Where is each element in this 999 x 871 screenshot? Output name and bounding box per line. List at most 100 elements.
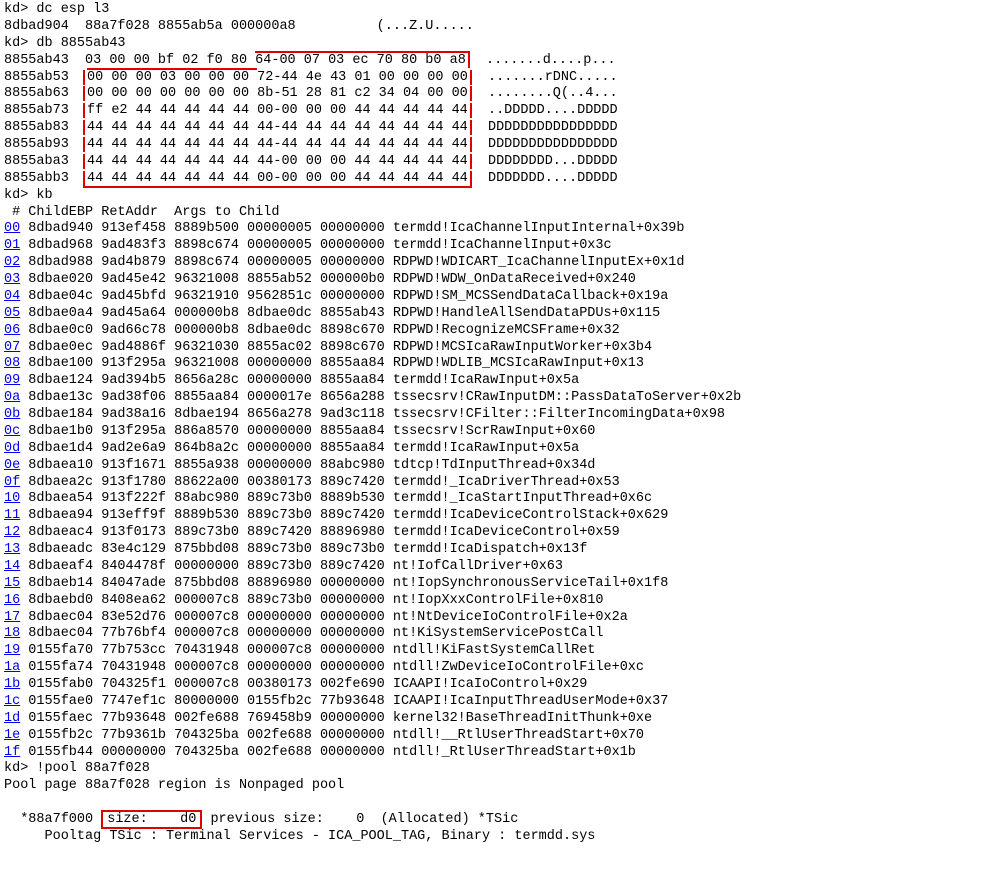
stack-frame-link[interactable]: 18 xyxy=(4,626,20,641)
stack-row: 12 8dbaeac4 913f0173 889c73b0 889c7420 8… xyxy=(4,525,995,542)
stack-frame-text: 8dbae184 9ad38a16 8dbae194 8656a278 9ad3… xyxy=(20,407,725,422)
stack-row: 1b 0155fab0 704325f1 000007c8 00380173 0… xyxy=(4,677,995,694)
stack-frame-link[interactable]: 0e xyxy=(4,458,20,473)
hex-bytes-highlight: 00 00 00 00 00 00 00 8b-51 28 81 c2 34 0… xyxy=(83,86,472,101)
stack-row: 15 8dbaeb14 84047ade 875bbd08 88896980 0… xyxy=(4,576,995,593)
stack-frame-link[interactable]: 02 xyxy=(4,255,20,270)
stack-frame-text: 8dbae1b0 913f295a 886a8570 00000000 8855… xyxy=(20,424,595,439)
stack-row: 00 8dbad940 913ef458 8889b500 00000005 0… xyxy=(4,221,995,238)
stack-frame-text: 8dbae0ec 9ad4886f 96321030 8855ac02 8898… xyxy=(20,340,652,355)
stack-frame-link[interactable]: 0b xyxy=(4,407,20,422)
stack-frame-link[interactable]: 10 xyxy=(4,491,20,506)
stack-frame-link[interactable]: 1e xyxy=(4,728,20,743)
stack-frame-text: 8dbae1d4 9ad2e6a9 864b8a2c 00000000 8855… xyxy=(20,441,579,456)
stack-row: 0a 8dbae13c 9ad38f06 8855aa84 0000017e 8… xyxy=(4,390,995,407)
pool-size-highlight: size: d0 xyxy=(101,810,202,829)
stack-frame-link[interactable]: 0a xyxy=(4,390,20,405)
hexdump-row: 8855ab53 00 00 00 03 00 00 00 72-44 4e 4… xyxy=(4,70,995,87)
stack-frame-text: 8dbaebd0 8408ea62 000007c8 889c73b0 0000… xyxy=(20,593,603,608)
hexdump-row: 8855aba3 44 44 44 44 44 44 44 44-00 00 0… xyxy=(4,154,995,171)
hex-addr: 8855ab43 xyxy=(4,53,85,70)
stack-frame-text: 8dbaeac4 913f0173 889c73b0 889c7420 8889… xyxy=(20,525,620,540)
hex-ascii: DDDDDDDDDDDDDDDD xyxy=(472,120,618,135)
stack-frame-text: 8dbaea54 913f222f 88abc980 889c73b0 8889… xyxy=(20,491,652,506)
hex-ascii: DDDDDDD....DDDDD xyxy=(472,171,618,186)
stack-row: 1f 0155fb44 00000000 704325ba 002fe688 0… xyxy=(4,745,995,762)
stack-row: 13 8dbaeadc 83e4c129 875bbd08 889c73b0 8… xyxy=(4,542,995,559)
pool-star-line: *88a7f000 size: d0 previous size: 0 (All… xyxy=(4,795,995,829)
stack-frame-link[interactable]: 0f xyxy=(4,475,20,490)
stack-frame-text: 8dbaec04 83e52d76 000007c8 00000000 0000… xyxy=(20,610,628,625)
stack-frame-link[interactable]: 1d xyxy=(4,711,20,726)
stack-frame-text: 8dbae124 9ad394b5 8656a28c 00000000 8855… xyxy=(20,373,579,388)
dc-output-row: 8dbad904 88a7f028 8855ab5a 000000a8 (...… xyxy=(4,19,995,36)
stack-row: 0b 8dbae184 9ad38a16 8dbae194 8656a278 9… xyxy=(4,407,995,424)
hex-ascii: .......rDNC..... xyxy=(472,70,618,85)
hex-bytes: 03 00 00 bf 02 f0 80 xyxy=(85,53,255,68)
hex-addr: 8855ab63 xyxy=(4,86,85,103)
stack-frame-link[interactable]: 09 xyxy=(4,373,20,388)
stack-frame-link[interactable]: 15 xyxy=(4,576,20,591)
hex-addr: 8855aba3 xyxy=(4,154,85,171)
hex-ascii: DDDDDDDD...DDDDD xyxy=(472,154,618,169)
stack-frame-link[interactable]: 14 xyxy=(4,559,20,574)
stack-frame-text: 8dbae0a4 9ad45a64 000000b8 8dbae0dc 8855… xyxy=(20,306,660,321)
stack-row: 0f 8dbaea2c 913f1780 88622a00 00380173 8… xyxy=(4,475,995,492)
stack-frame-link[interactable]: 08 xyxy=(4,356,20,371)
stack-frame-link[interactable]: 04 xyxy=(4,289,20,304)
stack-row: 17 8dbaec04 83e52d76 000007c8 00000000 0… xyxy=(4,610,995,627)
hex-bytes-highlight: 44 44 44 44 44 44 44 44-00 00 00 44 44 4… xyxy=(83,154,472,169)
stack-row: 0e 8dbaea10 913f1671 8855a938 00000000 8… xyxy=(4,458,995,475)
stack-frame-link[interactable]: 06 xyxy=(4,323,20,338)
stack-header: # ChildEBP RetAddr Args to Child xyxy=(4,205,995,222)
pool-tag-line: Pooltag TSic : Terminal Services - ICA_P… xyxy=(4,829,995,846)
pool-star-suffix: previous size: 0 (Allocated) *TSic xyxy=(202,812,518,827)
hex-bytes-highlight: 44 44 44 44 44 44 44 44-44 44 44 44 44 4… xyxy=(83,137,472,152)
stack-frame-link[interactable]: 03 xyxy=(4,272,20,287)
stack-frame-link[interactable]: 00 xyxy=(4,221,20,236)
hex-ascii: ........Q(..4... xyxy=(472,86,618,101)
stack-frame-text: 8dbae13c 9ad38f06 8855aa84 0000017e 8656… xyxy=(20,390,741,405)
stack-frame-link[interactable]: 13 xyxy=(4,542,20,557)
stack-frame-link[interactable]: 0d xyxy=(4,441,20,456)
stack-frame-text: 8dbad968 9ad483f3 8898c674 00000005 0000… xyxy=(20,238,611,253)
stack-frame-text: 8dbae100 913f295a 96321008 00000000 8855… xyxy=(20,356,644,371)
stack-row: 02 8dbad988 9ad4b879 8898c674 00000005 0… xyxy=(4,255,995,272)
cmd-db: kd> db 8855ab43 xyxy=(4,36,995,53)
stack-frame-link[interactable]: 05 xyxy=(4,306,20,321)
stack-row: 1e 0155fb2c 77b9361b 704325ba 002fe688 0… xyxy=(4,728,995,745)
stack-frame-link[interactable]: 16 xyxy=(4,593,20,608)
stack-frame-link[interactable]: 07 xyxy=(4,340,20,355)
stack-frame-text: 8dbaeadc 83e4c129 875bbd08 889c73b0 889c… xyxy=(20,542,587,557)
stack-frame-text: 8dbaeb14 84047ade 875bbd08 88896980 0000… xyxy=(20,576,668,591)
hex-addr: 8855ab53 xyxy=(4,70,85,87)
stack-frame-link[interactable]: 1a xyxy=(4,660,20,675)
stack-frame-link[interactable]: 1f xyxy=(4,745,20,760)
stack-frame-link[interactable]: 1c xyxy=(4,694,20,709)
hex-bytes-highlight: 44 44 44 44 44 44 44 44-44 44 44 44 44 4… xyxy=(83,120,472,135)
pool-region-line: Pool page 88a7f028 region is Nonpaged po… xyxy=(4,778,995,795)
stack-frame-text: 8dbaea94 913eff9f 8889b530 889c73b0 889c… xyxy=(20,508,668,523)
hexdump-row: 8855abb3 44 44 44 44 44 44 44 00-00 00 0… xyxy=(4,171,995,188)
stack-frame-link[interactable]: 0c xyxy=(4,424,20,439)
stack-frame-link[interactable]: 11 xyxy=(4,508,20,523)
stack-row: 19 0155fa70 77b753cc 70431948 000007c8 0… xyxy=(4,643,995,660)
stack-frame-text: 8dbad988 9ad4b879 8898c674 00000005 0000… xyxy=(20,255,684,270)
stack-row: 0d 8dbae1d4 9ad2e6a9 864b8a2c 00000000 8… xyxy=(4,441,995,458)
stack-frame-link[interactable]: 17 xyxy=(4,610,20,625)
pool-star-prefix: *88a7f000 xyxy=(20,812,101,827)
stack-frame-link[interactable]: 12 xyxy=(4,525,20,540)
stack-row: 16 8dbaebd0 8408ea62 000007c8 889c73b0 0… xyxy=(4,593,995,610)
stack-frame-text: 8dbad940 913ef458 8889b500 00000005 0000… xyxy=(20,221,684,236)
stack-frame-link[interactable]: 01 xyxy=(4,238,20,253)
stack-row: 05 8dbae0a4 9ad45a64 000000b8 8dbae0dc 8… xyxy=(4,306,995,323)
hex-addr: 8855ab83 xyxy=(4,120,85,137)
stack-frame-text: 0155fae0 7747ef1c 80000000 0155fb2c 77b9… xyxy=(20,694,668,709)
stack-frame-link[interactable]: 1b xyxy=(4,677,20,692)
hexdump-row: 8855ab73 ff e2 44 44 44 44 44 00-00 00 0… xyxy=(4,103,995,120)
stack-frame-text: 0155fab0 704325f1 000007c8 00380173 002f… xyxy=(20,677,587,692)
hexdump-row: 8855ab93 44 44 44 44 44 44 44 44-44 44 4… xyxy=(4,137,995,154)
stack-frame-link[interactable]: 19 xyxy=(4,643,20,658)
stack-row: 1d 0155faec 77b93648 002fe688 769458b9 0… xyxy=(4,711,995,728)
stack-row: 1a 0155fa74 70431948 000007c8 00000000 0… xyxy=(4,660,995,677)
